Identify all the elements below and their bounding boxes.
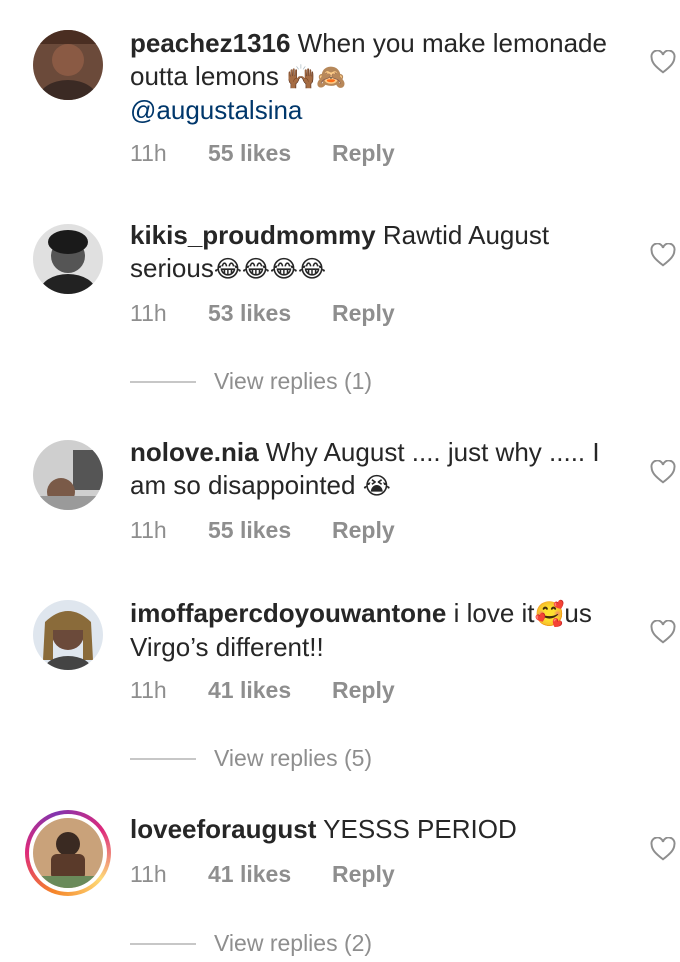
view-replies-label[interactable]: View replies (2) (214, 930, 372, 957)
comment-meta: 11h 53 likes Reply (130, 300, 395, 327)
comment-likes[interactable]: 55 likes (208, 517, 332, 544)
mention-link[interactable]: @augustalsina (130, 94, 630, 127)
comment-time: 11h (130, 677, 167, 703)
view-replies-label[interactable]: View replies (5) (214, 745, 372, 772)
avatar[interactable] (33, 30, 103, 100)
heart-icon[interactable] (650, 620, 676, 644)
comment-text: loveeforaugust YESSS PERIOD (130, 813, 630, 846)
comment-likes[interactable]: 53 likes (208, 300, 332, 327)
reply-button[interactable]: Reply (332, 677, 395, 704)
comment-text: imoffapercdoyouwantone i love it🥰us Virg… (130, 597, 630, 664)
avatar-story-ring[interactable] (25, 810, 111, 896)
view-replies-button[interactable]: View replies (2) (130, 930, 372, 957)
comment-meta: 11h 41 likes Reply (130, 861, 395, 888)
comment-meta: 11h 55 likes Reply (130, 517, 395, 544)
comment-meta: 11h 41 likes Reply (130, 677, 395, 704)
comment-username[interactable]: kikis_proudmommy (130, 220, 376, 250)
comment-username[interactable]: imoffapercdoyouwantone (130, 598, 446, 628)
avatar[interactable] (33, 600, 103, 670)
comment-time: 11h (130, 140, 167, 166)
avatar[interactable] (33, 440, 103, 510)
heart-icon[interactable] (650, 50, 676, 74)
comment-time: 11h (130, 861, 167, 887)
comment-time: 11h (130, 517, 167, 543)
comment-likes[interactable]: 55 likes (208, 140, 332, 167)
divider (130, 942, 196, 945)
comment-body: i love it (446, 598, 535, 628)
emoji: 😂😂😂😂 (213, 256, 326, 283)
reply-button[interactable]: Reply (332, 140, 395, 167)
reply-button[interactable]: Reply (332, 517, 395, 544)
emoji: 🙌🏾🙈 (286, 64, 346, 91)
comment-text: peachez1316 When you make lemonade outta… (130, 27, 630, 127)
comment-username[interactable]: peachez1316 (130, 28, 290, 58)
comment-username[interactable]: nolove.nia (130, 437, 259, 467)
emoji: 😭 (362, 473, 391, 500)
view-replies-label[interactable]: View replies (1) (214, 368, 372, 395)
comment-username[interactable]: loveeforaugust (130, 814, 316, 844)
reply-button[interactable]: Reply (332, 300, 395, 327)
avatar[interactable] (33, 224, 103, 294)
comment-text: nolove.nia Why August .... just why ....… (130, 436, 630, 503)
heart-icon[interactable] (650, 243, 676, 267)
emoji: 🥰 (534, 601, 565, 628)
comment-meta: 11h 55 likes Reply (130, 140, 395, 167)
heart-icon[interactable] (650, 837, 676, 861)
heart-icon[interactable] (650, 460, 676, 484)
view-replies-button[interactable]: View replies (5) (130, 745, 372, 772)
comment-likes[interactable]: 41 likes (208, 677, 332, 704)
comment-text: kikis_proudmommy Rawtid August serious😂😂… (130, 219, 630, 286)
avatar (33, 818, 103, 888)
comment-likes[interactable]: 41 likes (208, 861, 332, 888)
comment-time: 11h (130, 300, 167, 326)
avatar-ring-gap (29, 814, 107, 892)
divider (130, 757, 196, 760)
comment-body: YESSS PERIOD (316, 814, 517, 844)
view-replies-button[interactable]: View replies (1) (130, 368, 372, 395)
reply-button[interactable]: Reply (332, 861, 395, 888)
divider (130, 380, 196, 383)
